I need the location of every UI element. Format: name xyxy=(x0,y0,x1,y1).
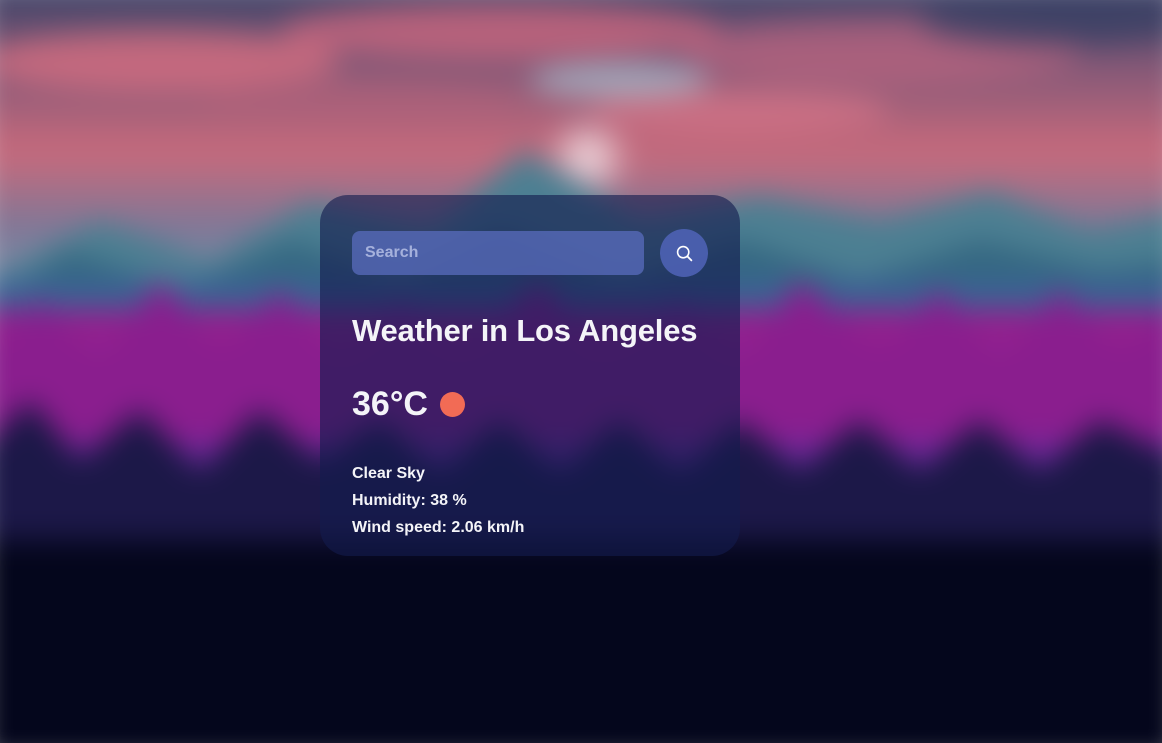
humidity-value: 38 % xyxy=(430,492,467,509)
search-input[interactable] xyxy=(352,231,644,275)
weather-card: Weather in Los Angeles 36°C Clear Sky Hu… xyxy=(320,195,740,556)
weather-description: Clear Sky xyxy=(352,465,425,482)
temperature-value: 36°C xyxy=(352,385,428,423)
humidity-label: Humidity: xyxy=(352,492,426,509)
wind-speed-label: Wind speed: xyxy=(352,519,447,536)
city-title: Weather in Los Angeles xyxy=(352,313,698,348)
search-button[interactable] xyxy=(660,229,708,277)
search-bar xyxy=(352,229,708,277)
sun-icon xyxy=(439,392,465,417)
weather-details: Clear Sky Humidity: 38 % Wind speed: 2.0… xyxy=(352,460,708,541)
wind-speed-line: Wind speed: 2.06 km/h xyxy=(352,514,708,541)
temperature-row: 36°C xyxy=(352,385,708,424)
search-icon xyxy=(676,245,693,262)
wind-speed-value: 2.06 km/h xyxy=(451,519,525,536)
humidity-line: Humidity: 38 % xyxy=(352,487,708,514)
